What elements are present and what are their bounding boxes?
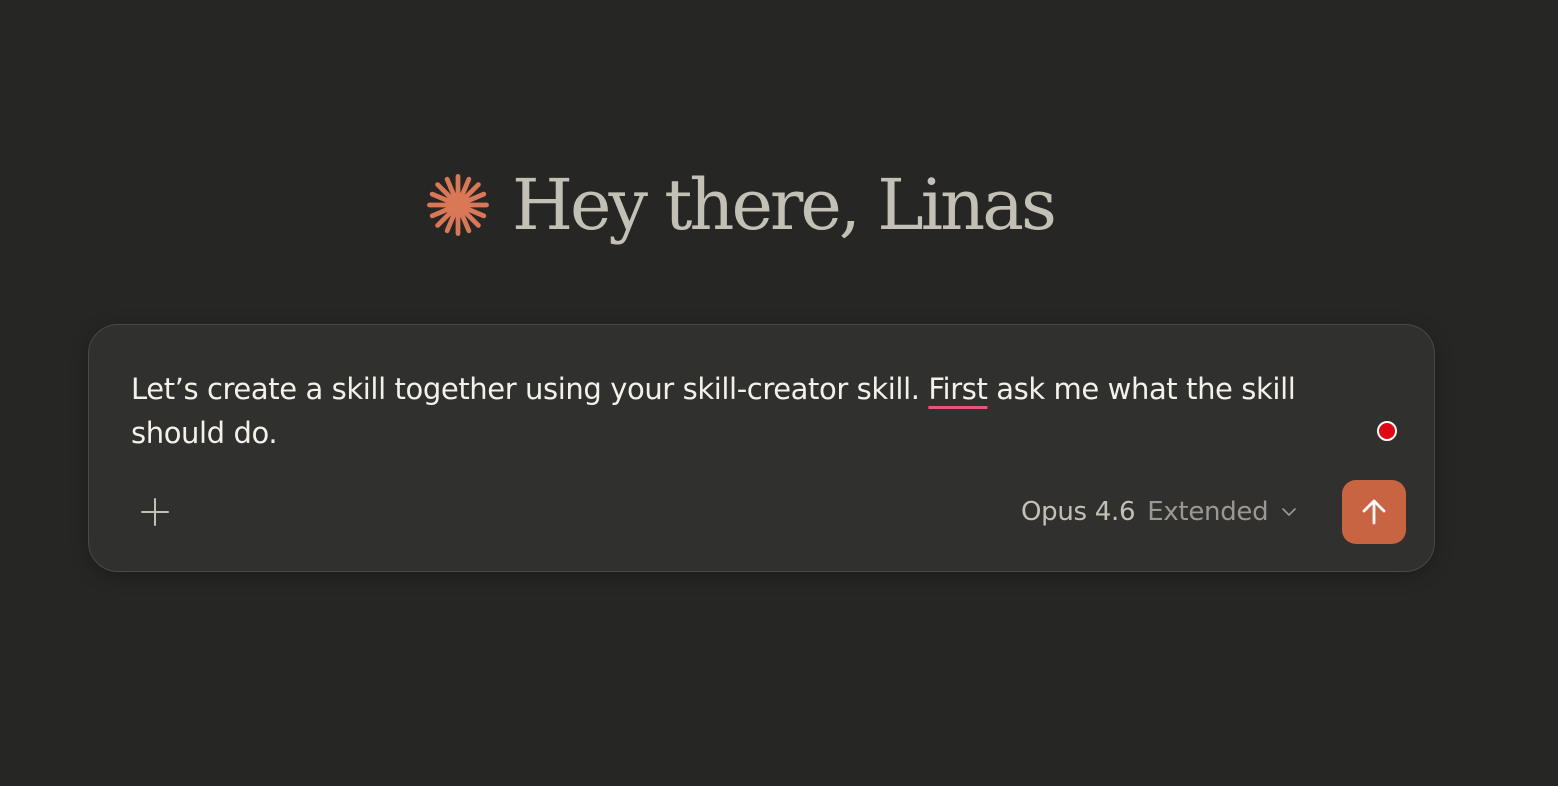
send-button[interactable]	[1342, 480, 1406, 544]
prompt-input[interactable]: Let’s create a skill together using your…	[131, 367, 1361, 455]
spellcheck-flagged-word[interactable]: First	[928, 372, 987, 406]
recording-indicator	[1377, 421, 1397, 441]
model-name: Opus 4.6	[1021, 497, 1136, 527]
model-mode: Extended	[1147, 497, 1269, 527]
greeting-title: Hey there, Linas	[512, 164, 1057, 246]
chevron-down-icon	[1282, 508, 1297, 516]
arrow-up-icon	[1362, 499, 1386, 525]
prompt-text-start: Let’s create a skill together using your…	[131, 372, 929, 406]
add-attachment-button[interactable]	[133, 490, 177, 534]
message-composer: Let’s create a skill together using your…	[88, 324, 1435, 572]
claude-starburst-icon	[427, 174, 489, 236]
greeting: Hey there, Linas	[424, 150, 1057, 260]
model-selector[interactable]: Opus 4.6 Extended	[1021, 491, 1298, 533]
plus-icon	[141, 498, 169, 526]
